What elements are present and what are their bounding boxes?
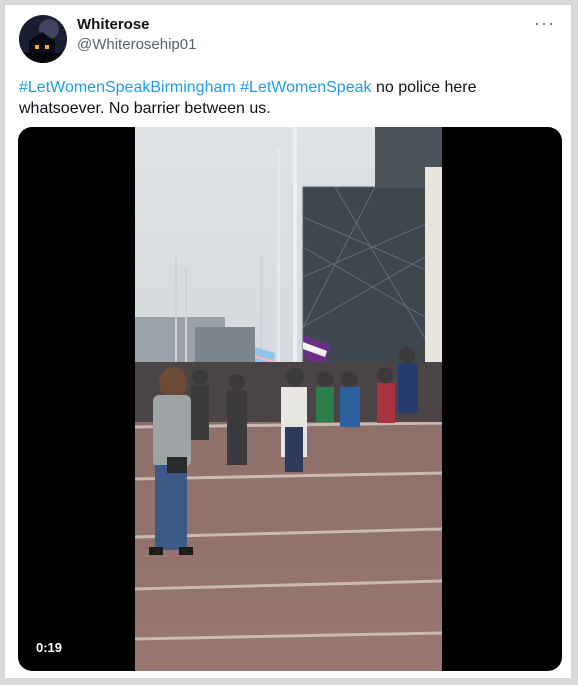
hashtag-link[interactable]: #LetWomenSpeak (240, 79, 371, 96)
tweet-card: Whiterose @Whiterosehip01 ··· #LetWomenS… (4, 4, 572, 679)
video-frame[interactable] (135, 127, 442, 671)
tweet-text: #LetWomenSpeakBirmingham #LetWomenSpeak … (19, 77, 539, 119)
avatar-image (19, 15, 67, 63)
hashtag-link[interactable]: #LetWomenSpeakBirmingham (19, 79, 236, 96)
user-handle[interactable]: @Whiterosehip01 (77, 36, 196, 53)
display-name[interactable]: Whiterose (77, 16, 150, 33)
video-duration: 0:19 (32, 638, 67, 657)
video-player[interactable]: 0:19 (18, 127, 562, 671)
more-options-icon[interactable]: ··· (534, 13, 555, 34)
video-thumbnail (135, 127, 442, 671)
avatar[interactable] (19, 15, 67, 63)
